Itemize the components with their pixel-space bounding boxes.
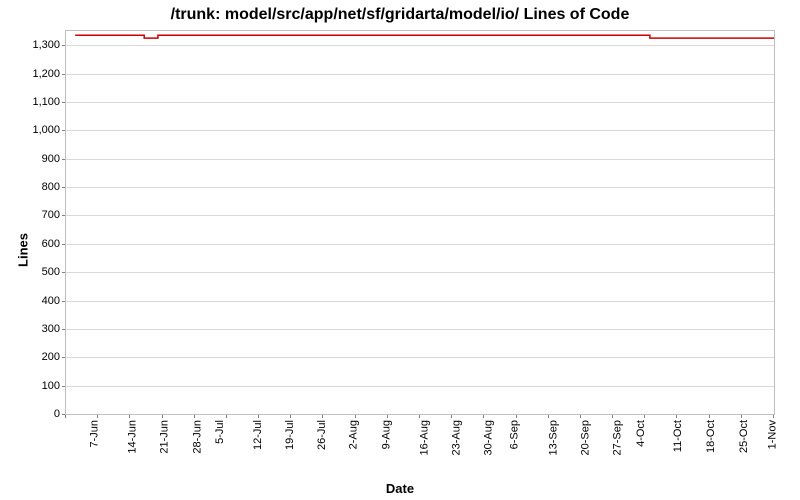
x-tick-label: 7-Jun <box>89 420 101 448</box>
y-tick-label: 300 <box>5 323 60 335</box>
plot-area <box>65 30 775 415</box>
y-tick-label: 1,200 <box>5 68 60 80</box>
x-tick-label: 18-Oct <box>705 420 717 453</box>
y-tick-label: 800 <box>5 181 60 193</box>
x-tick-label: 23-Aug <box>450 420 462 455</box>
x-tick-label: 2-Aug <box>348 420 360 449</box>
y-tick-label: 1,000 <box>5 124 60 136</box>
y-tick-label: 200 <box>5 351 60 363</box>
x-tick-label: 20-Sep <box>579 420 591 455</box>
x-tick-label: 1-Nov <box>766 420 778 449</box>
x-tick-label: 28-Jun <box>191 420 203 454</box>
x-tick-label: 6-Sep <box>509 420 521 449</box>
x-tick-label: 27-Sep <box>611 420 623 455</box>
x-tick-label: 4-Oct <box>635 420 647 447</box>
y-tick-label: 900 <box>5 153 60 165</box>
x-tick-label: 25-Oct <box>738 420 750 453</box>
y-tick-label: 0 <box>5 408 60 420</box>
x-tick-label: 21-Jun <box>159 420 171 454</box>
y-tick-label: 500 <box>5 266 60 278</box>
x-tick-label: 5-Jul <box>214 420 226 444</box>
x-tick-label: 11-Oct <box>672 420 684 452</box>
y-tick-label: 600 <box>5 238 60 250</box>
x-tick-label: 14-Jun <box>127 420 139 454</box>
x-tick-label: 19-Jul <box>284 420 296 450</box>
x-tick-label: 16-Aug <box>418 420 430 455</box>
y-tick-label: 100 <box>5 380 60 392</box>
x-axis-label: Date <box>0 481 800 496</box>
x-tick-label: 26-Jul <box>316 420 328 450</box>
x-tick-label: 12-Jul <box>252 420 264 450</box>
x-tick-label: 13-Sep <box>547 420 559 455</box>
y-tick-label: 1,100 <box>5 96 60 108</box>
y-tick-label: 400 <box>5 295 60 307</box>
y-tick-label: 700 <box>5 209 60 221</box>
chart-title: /trunk: model/src/app/net/sf/gridarta/mo… <box>0 6 800 24</box>
x-tick-label: 9-Aug <box>380 420 392 449</box>
x-tick-label: 30-Aug <box>483 420 495 455</box>
y-tick-label: 1,300 <box>5 39 60 51</box>
loc-chart: /trunk: model/src/app/net/sf/gridarta/mo… <box>0 0 800 500</box>
